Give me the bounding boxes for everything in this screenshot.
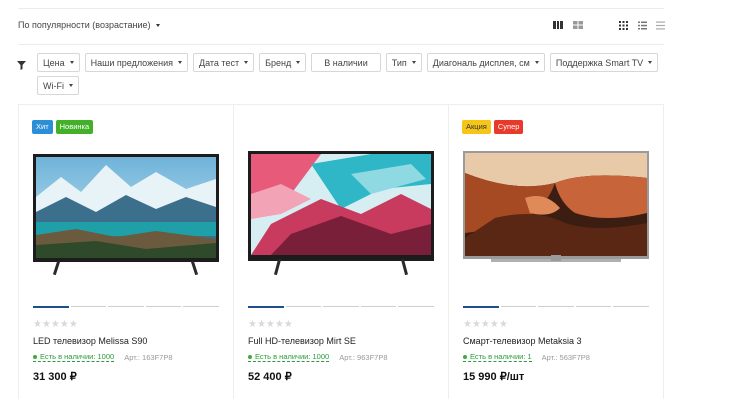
article-number: Арт.: 163F7P8 — [124, 352, 173, 362]
filter-smart-tv[interactable]: Поддержка Smart TV — [549, 53, 659, 72]
chevron-down-icon — [534, 61, 539, 64]
badges: Акция Супер — [462, 120, 524, 134]
top-divider — [18, 8, 664, 9]
chevron-down-icon — [69, 61, 74, 64]
chevron-down-icon — [69, 84, 73, 87]
image-pager[interactable] — [463, 306, 649, 308]
rating-stars: ★★★★★ — [248, 319, 293, 330]
product-image[interactable] — [248, 151, 434, 276]
badges: Хит Новинка — [32, 120, 94, 134]
stock-dot-icon — [463, 354, 467, 359]
image-pager[interactable] — [33, 306, 219, 308]
chevron-down-icon — [648, 61, 653, 64]
filter-date-test[interactable]: Дата тест — [193, 53, 255, 72]
list-view-icon[interactable] — [638, 19, 647, 31]
article-number: Арт.: 963F7P8 — [339, 352, 388, 362]
filters-bar: Цена Наши предложения Дата тест Бренд В … — [37, 53, 667, 95]
rating-stars: ★★★★★ — [463, 319, 508, 330]
filter-brand[interactable]: Бренд — [259, 53, 307, 72]
badge-promo: Акция — [462, 120, 491, 134]
filter-in-stock[interactable]: В наличии — [311, 53, 381, 72]
chevron-down-icon — [411, 61, 416, 64]
stock-dot-icon — [33, 354, 37, 359]
chevron-down-icon — [155, 23, 160, 27]
product-card[interactable]: Хит Новинка ★★★★★ LED телевизор Melissa … — [18, 104, 233, 399]
stock-status: Есть в наличии: 1000 — [33, 352, 115, 362]
badge-super: Супер — [493, 120, 524, 134]
chevron-down-icon — [244, 61, 249, 64]
filter-diagonal[interactable]: Диагональ дисплея, см — [426, 53, 545, 72]
filter-price[interactable]: Цена — [37, 53, 80, 72]
catalog-view-large-icon[interactable] — [553, 19, 563, 31]
filter-icon[interactable] — [17, 57, 26, 70]
table-view-icon[interactable] — [656, 19, 665, 31]
sort-label: По популярности (возрастание) — [18, 20, 151, 30]
product-name[interactable]: LED телевизор Melissa S90 — [33, 336, 147, 346]
stock-status: Есть в наличии: 1 — [463, 352, 532, 362]
filter-offers[interactable]: Наши предложения — [84, 53, 188, 72]
product-card[interactable]: Акция Супер ★★★★★ Смарт-телевизор Metaks… — [448, 104, 663, 399]
image-pager[interactable] — [248, 306, 434, 308]
grid-view-icon[interactable] — [619, 19, 628, 31]
stock-status: Есть в наличии: 1000 — [248, 352, 330, 362]
stock-dot-icon — [248, 354, 252, 359]
product-price: 52 400 ₽ — [248, 371, 292, 383]
product-price: 15 990 ₽/шт — [463, 371, 525, 383]
badge-new: Новинка — [55, 120, 94, 134]
product-card[interactable]: ★★★★★ Full HD-телевизор Mirt SE Есть в н… — [233, 104, 448, 399]
chevron-down-icon — [296, 61, 301, 64]
product-price: 31 300 ₽ — [33, 371, 77, 383]
product-name[interactable]: Смарт-телевизор Metaksia 3 — [463, 336, 581, 346]
sort-divider — [18, 44, 664, 45]
filter-type[interactable]: Тип — [385, 53, 422, 72]
product-image[interactable] — [33, 151, 219, 276]
filter-wifi[interactable]: Wi-Fi — [37, 76, 79, 95]
sort-dropdown[interactable]: По популярности (возрастание) — [18, 20, 160, 30]
article-number: Арт.: 563F7P8 — [541, 352, 590, 362]
chevron-down-icon — [178, 61, 182, 64]
catalog-view-medium-icon[interactable] — [573, 19, 583, 31]
product-image[interactable] — [463, 151, 649, 276]
rating-stars: ★★★★★ — [33, 319, 78, 330]
badge-hit: Хит — [32, 120, 53, 134]
product-name[interactable]: Full HD-телевизор Mirt SE — [248, 336, 356, 346]
